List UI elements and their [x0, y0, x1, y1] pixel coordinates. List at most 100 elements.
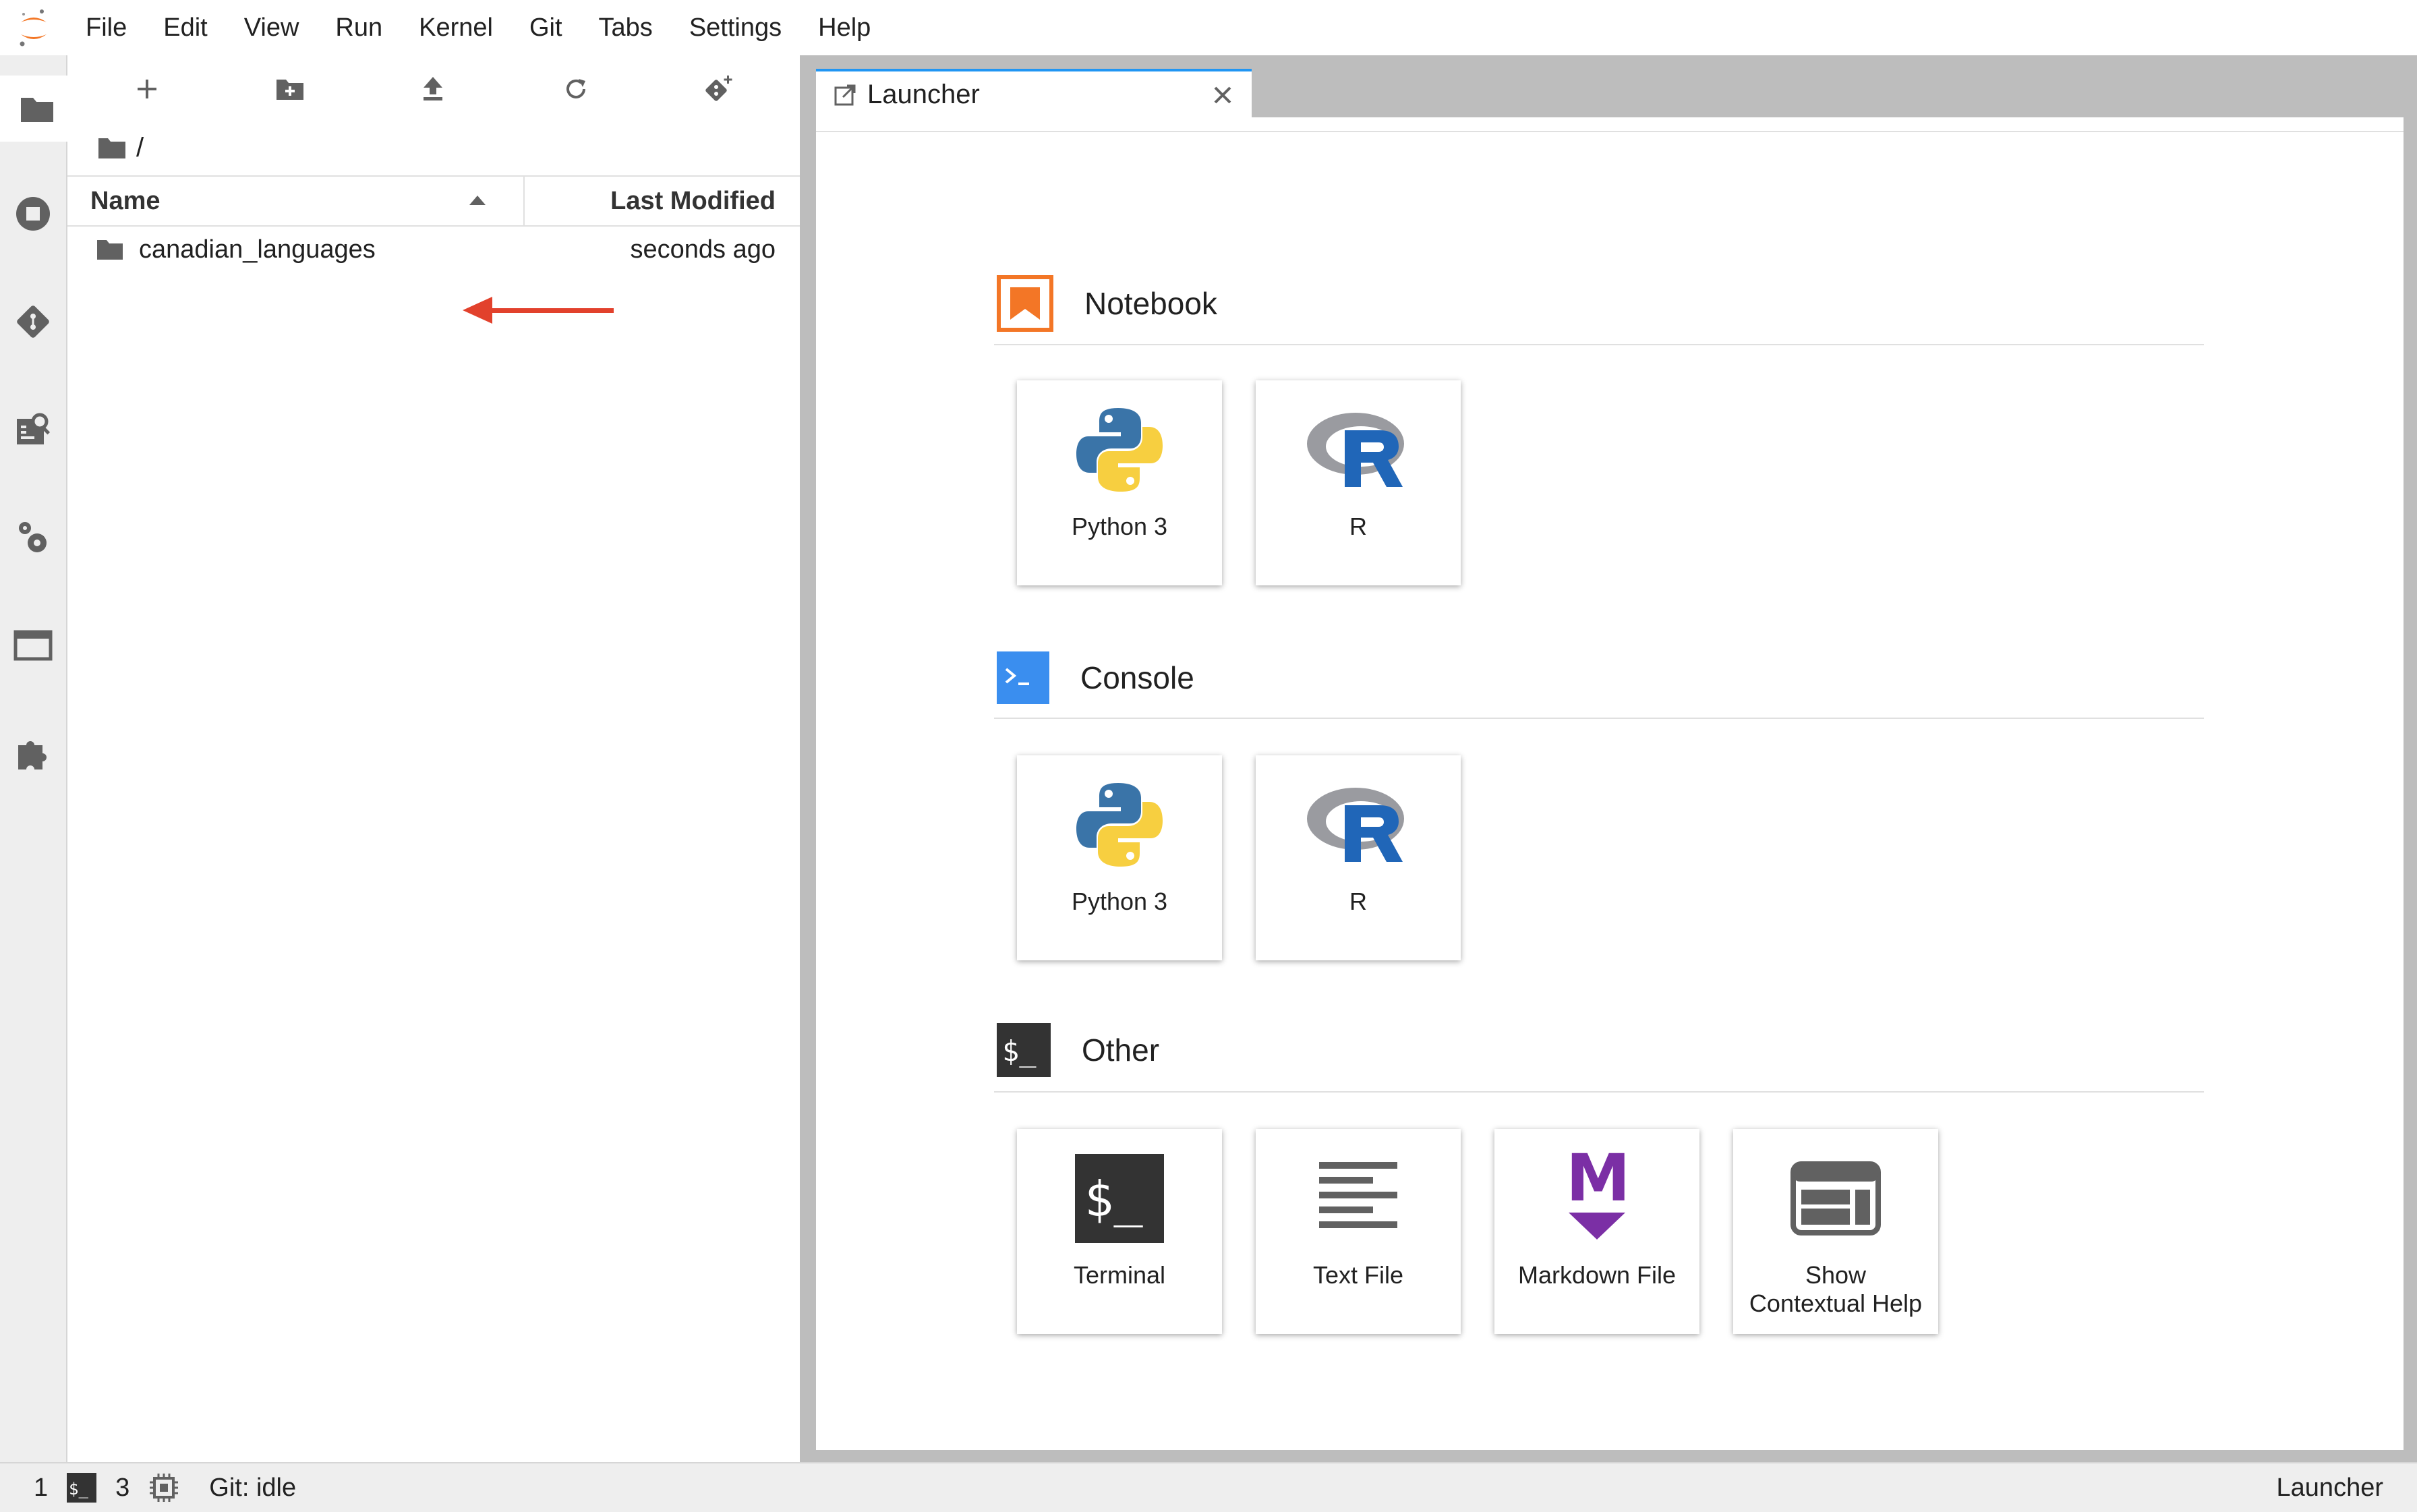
git-status[interactable]: Git: idle [209, 1474, 296, 1503]
annotation-arrow [463, 297, 614, 324]
kernel-count[interactable]: 1 [34, 1474, 48, 1503]
markdown-icon: M [1494, 1148, 1699, 1249]
r-logo-icon [1256, 399, 1461, 500]
notebook-icon [997, 275, 1053, 332]
sort-ascending-icon[interactable] [469, 196, 486, 205]
menu-git[interactable]: Git [511, 0, 581, 55]
running-sessions-tab[interactable] [0, 181, 66, 247]
new-launcher-button[interactable] [120, 70, 174, 108]
upload-button[interactable] [406, 70, 460, 108]
file-name[interactable]: canadian_languages [139, 228, 376, 271]
git-tab[interactable] [0, 289, 66, 355]
svg-text:$_: $_ [69, 1480, 88, 1499]
card-label: Python 3 [1071, 888, 1168, 915]
tabs-icon [13, 630, 53, 661]
file-browser-tab[interactable] [0, 76, 70, 142]
tab-title: Launcher [867, 80, 980, 109]
launcher-card-console-python3[interactable]: Python 3 [1017, 755, 1222, 960]
python-logo-icon [1017, 774, 1222, 875]
r-logo-icon [1256, 774, 1461, 875]
menu-tabs[interactable]: Tabs [581, 0, 671, 55]
file-browser-toolbar [67, 55, 800, 123]
menu-kernel[interactable]: Kernel [401, 0, 511, 55]
column-header-last-modified[interactable]: Last Modified [610, 177, 776, 225]
breadcrumb: / [97, 131, 144, 165]
tab-launcher[interactable]: Launcher [816, 69, 1252, 117]
card-label: Show Contextual Help [1749, 1261, 1923, 1317]
terminal-count[interactable]: 3 [115, 1474, 129, 1503]
launcher-card-notebook-r[interactable]: R [1256, 380, 1461, 585]
card-label: Markdown File [1517, 1261, 1677, 1289]
open-tabs-tab[interactable] [0, 612, 66, 678]
git-icon [17, 306, 49, 338]
plus-icon [138, 80, 156, 98]
git-clone-button[interactable] [692, 70, 746, 108]
section-notebook: Notebook [997, 275, 1217, 332]
card-label: Terminal [1073, 1261, 1166, 1289]
section-title: Notebook [1084, 286, 1217, 321]
column-divider[interactable] [523, 177, 525, 225]
menu-settings[interactable]: Settings [671, 0, 800, 55]
section-title: Other [1082, 1033, 1160, 1068]
file-last-modified: seconds ago [630, 235, 776, 264]
new-folder-icon [276, 80, 303, 100]
column-header-name[interactable]: Name [90, 177, 161, 225]
current-activity: Launcher [2276, 1474, 2383, 1502]
puzzle-piece-icon [18, 741, 47, 769]
section-divider [994, 344, 2204, 345]
console-icon [997, 651, 1049, 704]
launcher-card-text-file[interactable]: Text File [1256, 1129, 1461, 1334]
left-sidebar-tabs [0, 55, 70, 1462]
launch-icon [834, 84, 856, 106]
breadcrumb-root[interactable]: / [136, 133, 144, 163]
section-title: Console [1080, 660, 1194, 695]
memory-usage-icon[interactable] [148, 1472, 179, 1503]
section-console: Console [997, 649, 1194, 706]
svg-text:M: M [1566, 1148, 1631, 1216]
main-dock-area: Launcher Notebook Python 3 R Console Pyt… [800, 55, 2417, 1462]
launcher-card-terminal[interactable]: $_ Terminal [1017, 1129, 1222, 1334]
launcher-card-console-r[interactable]: R [1256, 755, 1461, 960]
folder-icon [21, 98, 53, 122]
menu-bar: File Edit View Run Kernel Git Tabs Setti… [0, 0, 2417, 55]
launcher-panel: Notebook Python 3 R Console Python 3 R $… [816, 117, 2404, 1450]
settings-tab[interactable] [0, 504, 66, 571]
python-logo-icon [1017, 399, 1222, 500]
close-icon[interactable] [1211, 84, 1234, 107]
card-label: Text File [1312, 1261, 1404, 1289]
section-divider [994, 1091, 2204, 1093]
refresh-button[interactable] [549, 70, 603, 108]
launcher-card-markdown-file[interactable]: M Markdown File [1494, 1129, 1699, 1334]
file-browser-panel: / Name Last Modified canadian_languages … [67, 55, 800, 1462]
gears-icon [19, 522, 47, 552]
status-bar: 1 $_ 3 Git: idle Launcher [0, 1462, 2417, 1512]
terminal-icon: $_ [1017, 1148, 1222, 1249]
menu-file[interactable]: File [67, 0, 145, 55]
refresh-icon [566, 79, 585, 98]
extension-manager-tab[interactable] [0, 720, 66, 786]
launcher-top-divider [816, 117, 2404, 132]
card-label: R [1349, 513, 1367, 540]
menu-view[interactable]: View [226, 0, 318, 55]
property-inspector-tab[interactable] [0, 397, 66, 463]
menu-edit[interactable]: Edit [145, 0, 225, 55]
card-label: R [1349, 888, 1367, 915]
new-folder-button[interactable] [263, 70, 317, 108]
svg-text:$_: $_ [1084, 1171, 1143, 1227]
terminal-status-icon[interactable]: $_ [67, 1473, 97, 1503]
home-folder-icon[interactable] [97, 136, 127, 160]
section-divider [994, 718, 2204, 719]
file-list-header: Name Last Modified [67, 175, 800, 227]
launcher-card-contextual-help[interactable]: Show Contextual Help [1733, 1129, 1938, 1334]
property-inspector-icon [17, 413, 51, 444]
contextual-help-icon [1733, 1148, 1938, 1249]
menu-run[interactable]: Run [317, 0, 401, 55]
svg-text:$_: $_ [1002, 1035, 1037, 1068]
text-file-icon [1256, 1148, 1461, 1249]
card-label: Python 3 [1071, 513, 1168, 540]
menu-help[interactable]: Help [800, 0, 889, 55]
file-list-item[interactable]: canadian_languages seconds ago [67, 228, 800, 271]
launcher-card-notebook-python3[interactable]: Python 3 [1017, 380, 1222, 585]
jupyter-logo-icon [0, 0, 67, 55]
terminal-icon: $_ [997, 1023, 1051, 1077]
